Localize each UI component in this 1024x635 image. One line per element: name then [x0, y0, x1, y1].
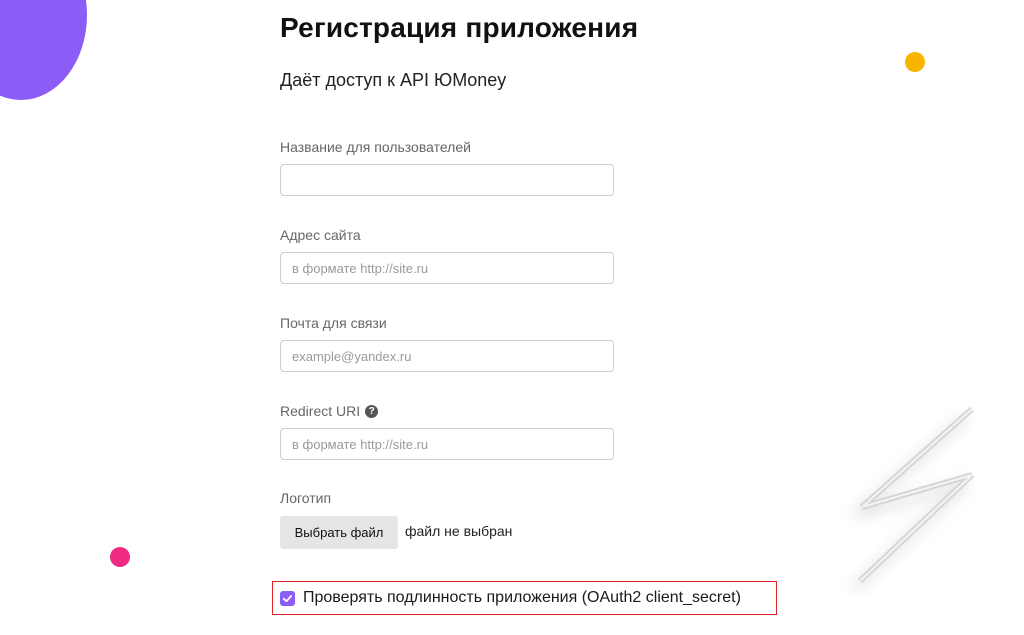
site-label: Адрес сайта: [280, 227, 361, 243]
site-label-text: Адрес сайта: [280, 227, 361, 243]
app-name-input[interactable]: [280, 164, 614, 196]
page-subtitle: Даёт доступ к API ЮMoney: [280, 70, 507, 90]
redirect-uri-input[interactable]: [280, 428, 614, 460]
email-input[interactable]: [280, 340, 614, 372]
question-circle-icon[interactable]: ?: [365, 404, 379, 418]
verify-app-checkbox-row[interactable]: Проверять подлинность приложения (OAuth2…: [272, 581, 777, 615]
lightning-bolt-icon: [850, 406, 975, 593]
app-name-label: Название для пользователей: [280, 139, 471, 155]
decor-pink-dot: [110, 547, 130, 567]
email-label-text: Почта для связи: [280, 315, 387, 331]
verify-app-checkbox[interactable]: [280, 590, 295, 606]
logo-label: Логотип: [280, 490, 331, 506]
file-status-text: файл не выбран: [405, 523, 513, 539]
choose-file-button[interactable]: Выбрать файл: [280, 516, 398, 549]
decor-purple-circle: [0, 0, 87, 100]
logo-label-text: Логотип: [280, 490, 332, 506]
page-title: Регистрация приложения: [280, 12, 639, 43]
check-icon: [282, 594, 293, 602]
verify-app-label: Проверять подлинность приложения (OAuth2…: [303, 589, 741, 606]
redirect-uri-label-text: Redirect URI: [280, 403, 361, 419]
redirect-uri-label: Redirect URI ?: [280, 403, 379, 419]
email-label: Почта для связи: [280, 315, 387, 331]
app-name-label-text: Название для пользователей: [280, 139, 471, 155]
decor-yellow-dot: [905, 52, 925, 72]
site-url-input[interactable]: [280, 252, 614, 284]
